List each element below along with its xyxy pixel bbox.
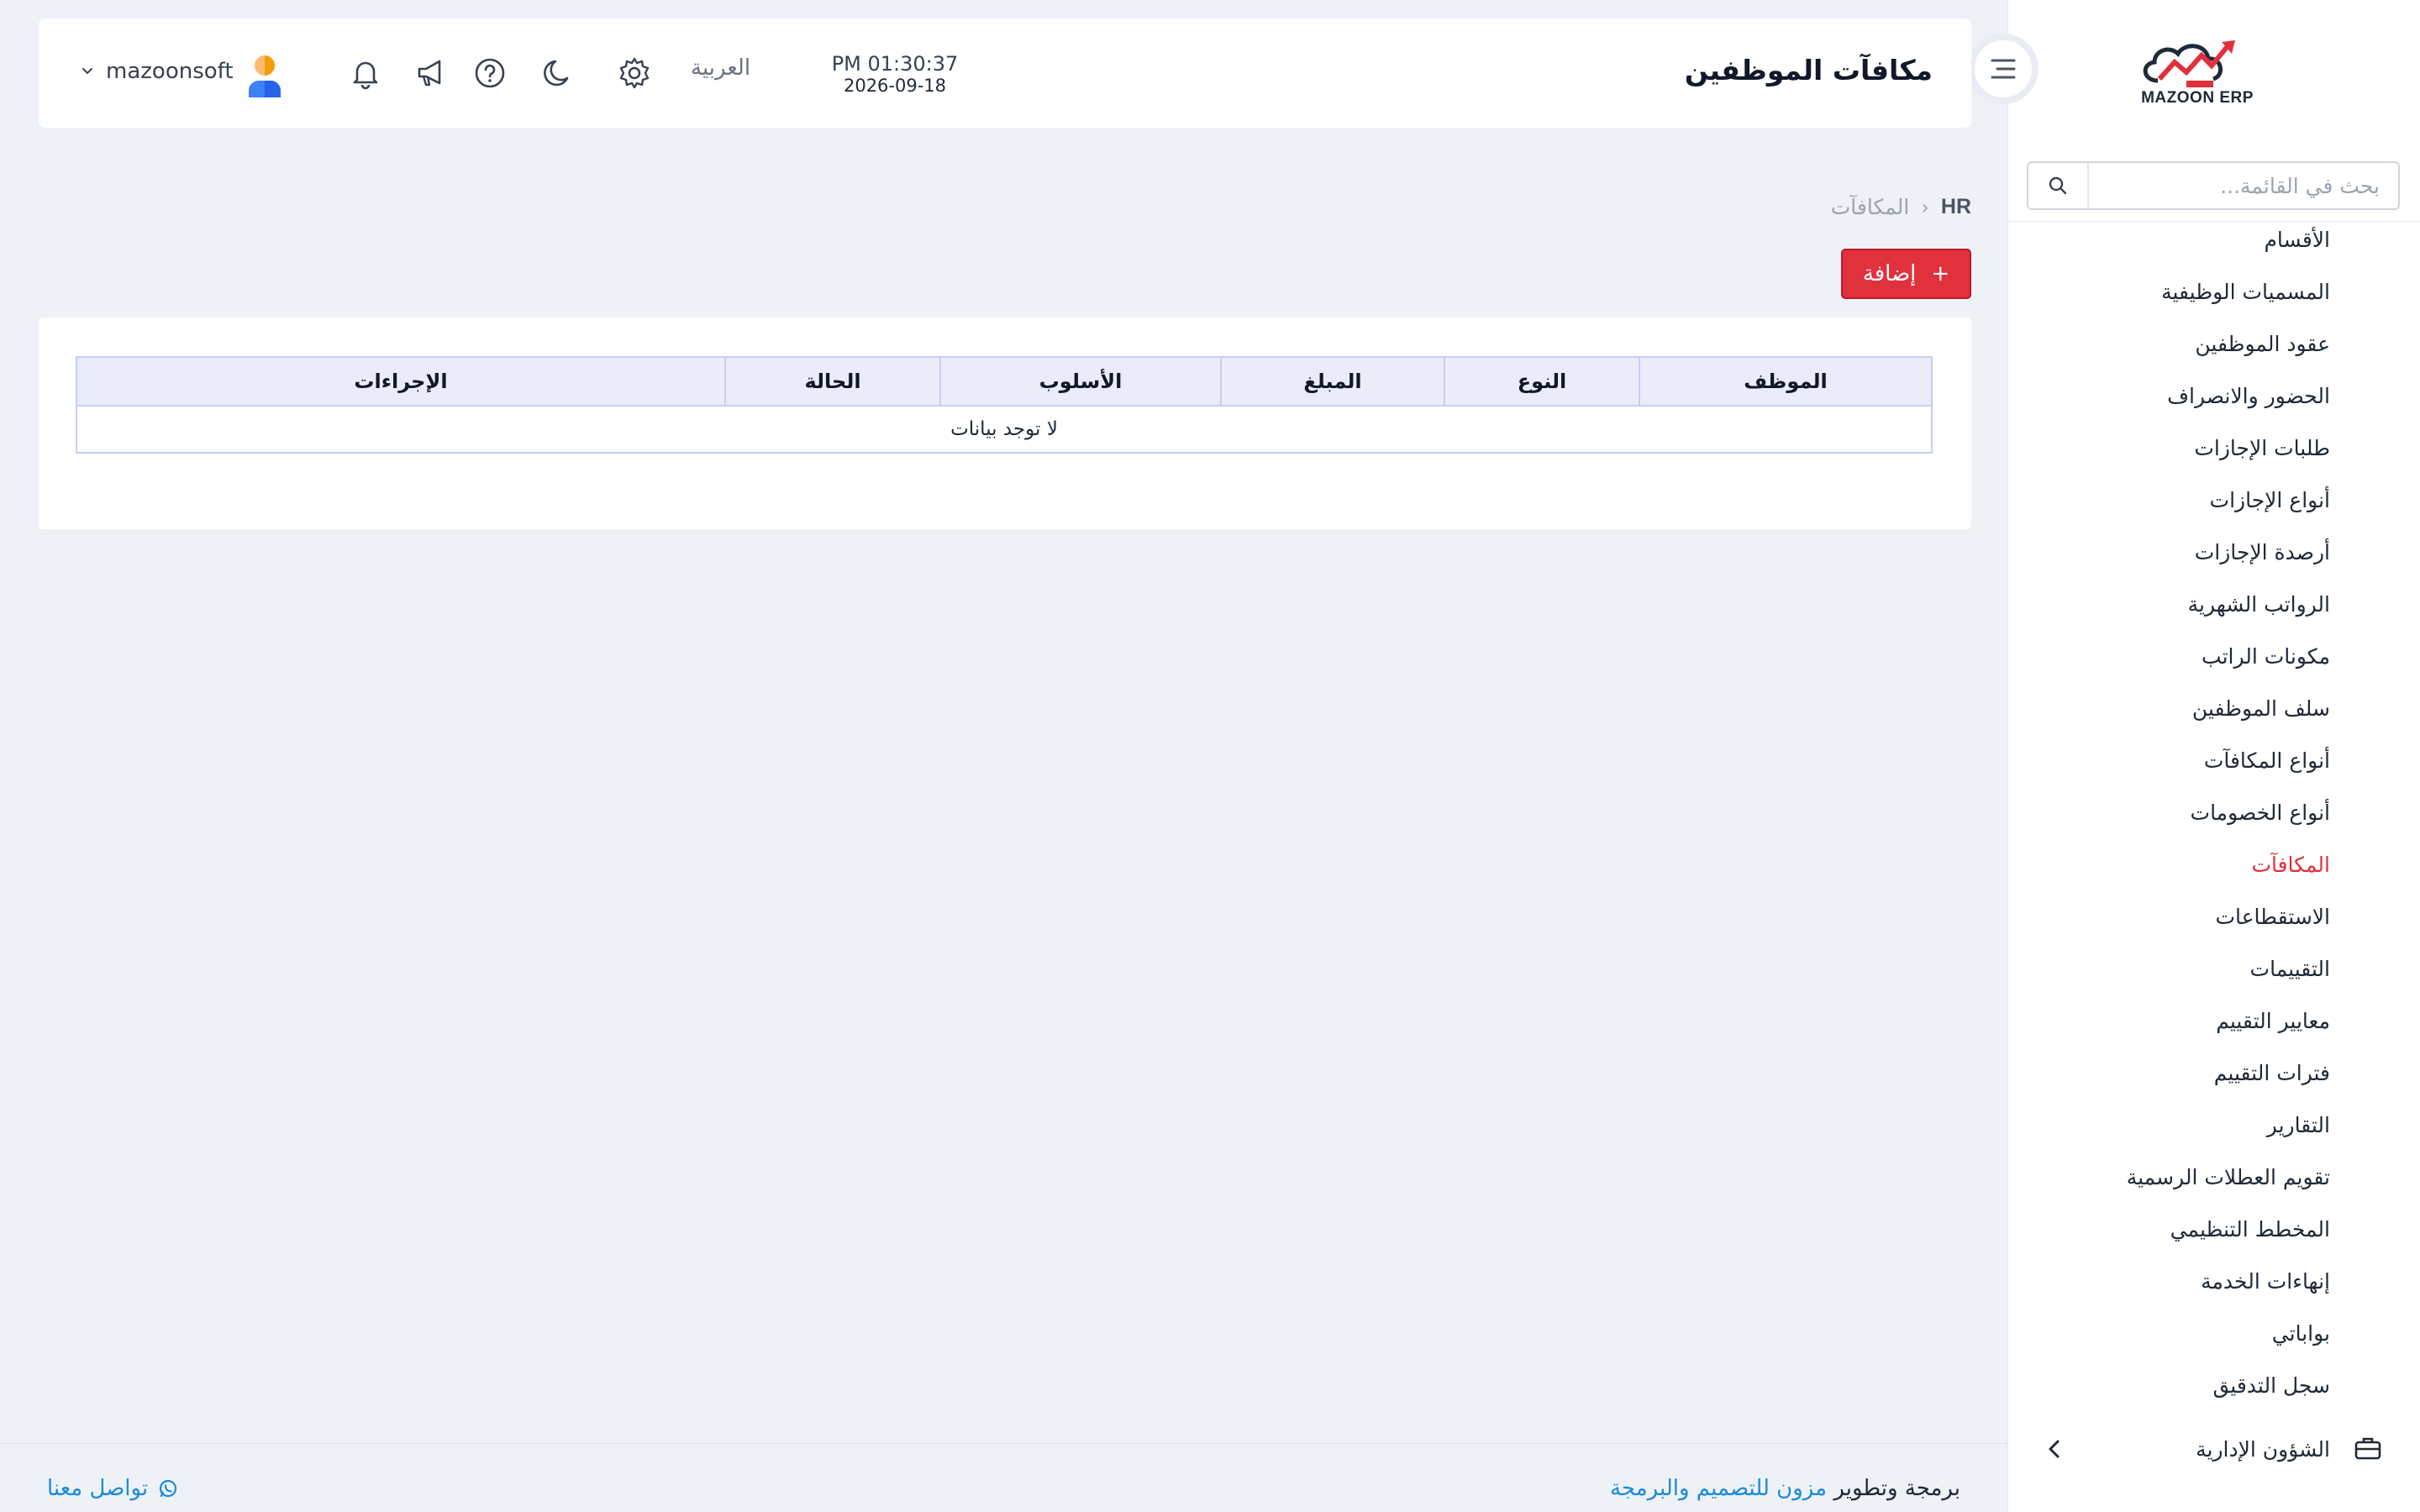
clock-time: PM 01:30:37 [831, 52, 959, 76]
sidebar-item-terminations[interactable]: إنهاءات الخدمة [2201, 1265, 2330, 1299]
help-icon[interactable] [471, 54, 509, 92]
chevron-down-icon [82, 68, 92, 75]
page-title: مكافآت الموظفين [1684, 54, 1933, 87]
sidebar-divider [2008, 221, 2420, 222]
sidebar-item-audit-log[interactable]: سجل التدقيق [2212, 1369, 2330, 1399]
sidebar-item-reports[interactable]: التقارير [2267, 1109, 2330, 1142]
breadcrumb-current: المكافآت [1830, 195, 1910, 219]
menu-search [2027, 161, 2400, 210]
menu-lines-icon [1991, 59, 2016, 79]
sidebar-item-holiday-calendar[interactable]: تقويم العطلات الرسمية [2127, 1161, 2330, 1194]
footer-credit-link[interactable]: مزون للتصميم والبرمجة [1610, 1476, 1827, 1501]
empty-state-text: لا توجد بيانات [76, 405, 1933, 454]
sidebar-item-my-portals[interactable]: بواباتي [2272, 1317, 2330, 1351]
table-card: الموظف النوع المبلغ الأسلوب الحالة الإجر… [39, 318, 1971, 529]
username: mazoonsoft [106, 59, 234, 84]
moon-icon[interactable] [539, 54, 578, 92]
column-header-actions: الإجراءات [76, 356, 726, 407]
chevron-left-icon: ‹ [1921, 195, 1929, 219]
avatar[interactable] [245, 54, 284, 97]
language-switcher[interactable]: العربية [691, 55, 750, 81]
sidebar-item-evaluations[interactable]: التقييمات [2250, 953, 2330, 986]
sidebar-section-admin-affairs[interactable]: الشؤون الإدارية [2008, 1426, 2420, 1472]
sidebar-item-discount-types[interactable]: أنواع الخصومات [2191, 796, 2330, 830]
sidebar-item-bonuses[interactable]: المكافآت [2251, 848, 2330, 882]
whatsapp-icon [160, 1479, 177, 1498]
sidebar-item-evaluation-criteria[interactable]: معايير التقييم [2216, 1005, 2330, 1038]
add-button[interactable]: + إضافة [1841, 249, 1971, 299]
column-header-method[interactable]: الأسلوب [939, 356, 1222, 407]
table-header-row: الموظف النوع المبلغ الأسلوب الحالة الإجر… [76, 356, 1933, 407]
megaphone-icon[interactable] [412, 54, 450, 92]
sidebar-item-leave-requests[interactable]: طلبات الإجازات [2194, 432, 2330, 465]
settings-icon[interactable] [615, 54, 654, 92]
table-row-empty: لا توجد بيانات [76, 405, 1933, 454]
sidebar-item-leave-types[interactable]: أنواع الإجازات [2210, 484, 2330, 517]
column-header-status[interactable]: الحالة [724, 356, 941, 407]
sidebar-item-monthly-salaries[interactable]: الرواتب الشهرية [2188, 588, 2330, 622]
column-header-type[interactable]: النوع [1444, 356, 1640, 407]
sidebar-item-leave-balances[interactable]: أرصدة الإجازات [2195, 536, 2330, 570]
app-root: MAZOON ERP الأقسام المسميات الوظيفية عقو… [0, 0, 2420, 1512]
clock: PM 01:30:37 2026-09-18 [798, 52, 992, 96]
logo-mark-icon [2143, 40, 2235, 87]
plus-icon: + [1931, 261, 1950, 286]
sidebar-item-evaluation-periods[interactable]: فترات التقييم [2214, 1057, 2330, 1090]
brand-logo[interactable]: MAZOON ERP [2134, 37, 2260, 113]
chevron-left-icon [2045, 1438, 2064, 1463]
top-header: مكافآت الموظفين PM 01:30:37 2026-09-18 ا… [39, 18, 1971, 128]
breadcrumb-root[interactable]: HR [1941, 195, 1971, 219]
bonuses-table: الموظف النوع المبلغ الأسلوب الحالة الإجر… [76, 356, 1933, 454]
search-icon[interactable] [2028, 163, 2089, 208]
briefcase-icon [2354, 1435, 2382, 1465]
menu-search-input[interactable] [2089, 163, 2398, 208]
sidebar-item-job-titles[interactable]: المسميات الوظيفية [2161, 276, 2330, 309]
footer: برمجة وتطوير مزون للتصميم والبرمجة تواصل… [0, 1443, 2007, 1512]
sidebar-item-deductions[interactable]: الاستقطاعات [2215, 900, 2330, 934]
logo-text: MAZOON ERP [2141, 89, 2254, 107]
sidebar-item-salary-components[interactable]: مكونات الراتب [2202, 640, 2330, 674]
sidebar-item-bonus-types[interactable]: أنواع المكافآت [2204, 744, 2330, 778]
sidebar: MAZOON ERP الأقسام المسميات الوظيفية عقو… [1968, 0, 2420, 1512]
bell-icon[interactable] [346, 54, 385, 92]
user-menu[interactable]: mazoonsoft [81, 59, 234, 84]
breadcrumb: HR ‹ المكافآت [1831, 195, 1971, 219]
column-header-employee[interactable]: الموظف [1639, 356, 1933, 407]
footer-credit: برمجة وتطوير مزون للتصميم والبرمجة [1610, 1476, 1960, 1501]
add-button-label: إضافة [1862, 261, 1917, 286]
sidebar-item-departments[interactable]: الأقسام [2264, 223, 2330, 257]
column-header-amount[interactable]: المبلغ [1220, 356, 1445, 407]
clock-date: 2026-09-18 [843, 76, 947, 96]
sidebar-item-employee-advances[interactable]: سلف الموظفين [2192, 692, 2330, 726]
sidebar-item-attendance[interactable]: الحضور والانصراف [2167, 380, 2330, 413]
contact-us-link[interactable]: تواصل معنا [47, 1476, 178, 1501]
footer-credit-prefix: برمجة وتطوير [1833, 1476, 1960, 1501]
sidebar-menu: الأقسام المسميات الوظيفية عقود الموظفين … [2008, 223, 2420, 1399]
sidebar-item-employee-contracts[interactable]: عقود الموظفين [2195, 328, 2330, 361]
sidebar-section-label: الشؤون الإدارية [2196, 1436, 2330, 1462]
sidebar-toggle-button[interactable] [1968, 34, 2039, 104]
sidebar-item-org-chart[interactable]: المخطط التنظيمي [2170, 1213, 2330, 1247]
contact-us-label: تواصل معنا [47, 1476, 149, 1501]
